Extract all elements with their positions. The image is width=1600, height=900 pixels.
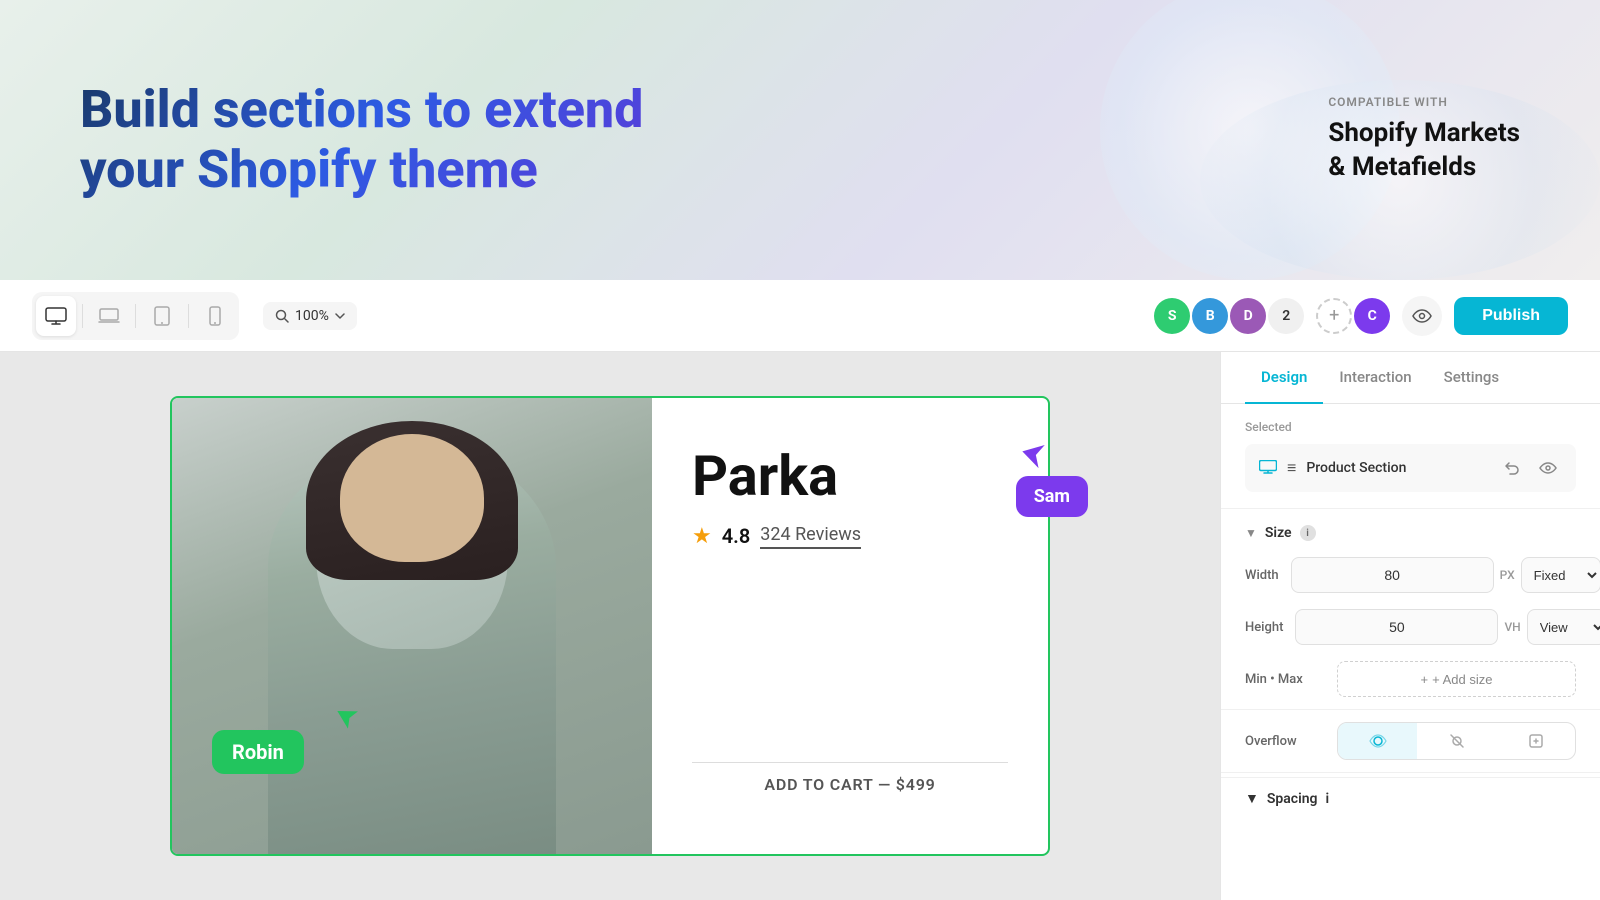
width-label: Width [1245,568,1279,583]
avatar-c[interactable]: C [1354,298,1390,334]
selected-name: Product Section [1306,460,1488,476]
spacing-label: Spacing [1267,791,1318,807]
cursor-sam-icon [1016,438,1048,470]
overflow-options [1337,722,1576,760]
visibility-icon[interactable] [1534,454,1562,482]
selected-actions [1498,454,1562,482]
separator1 [1221,709,1600,710]
spacing-chevron-icon: ▼ [1245,790,1259,807]
spacing-section: ▼ Spacing i [1221,777,1600,819]
overflow-label: Overflow [1245,734,1325,749]
width-input-group: PX Fixed Fit Fill [1291,557,1600,593]
right-panel: Design Interaction Settings Selected ≡ P… [1220,352,1600,900]
selected-section: Selected ≡ Product Section [1221,404,1600,509]
hero-title: Build sections to extend your Shopify th… [80,80,780,200]
height-input-group: VH View Fixed Fit [1295,609,1600,645]
product-card: Robin Parka ★ 4.8 324 Reviews [170,396,1050,856]
toolbar: 100% S B D 2 + C Publish [0,280,1600,352]
divider3 [188,304,189,328]
product-name: Parka [692,446,1008,508]
woman-figure [172,398,652,854]
panel-scroll[interactable]: ▼ Size i Width PX Fixed Fit Fill [1221,509,1600,900]
min-max-input-group: + + Add size [1337,661,1576,697]
overflow-row: Overflow [1221,714,1600,768]
avatar-count[interactable]: 2 [1268,298,1304,334]
product-image: Robin [172,398,652,854]
hero-compatible: COMPATIBLE WITH Shopify Markets & Metafi… [1328,95,1520,185]
device-mobile-button[interactable] [195,296,235,336]
size-chevron-icon: ▼ [1245,526,1257,540]
compatible-title: Shopify Markets & Metafields [1328,117,1520,185]
avatar-d[interactable]: D [1230,298,1266,334]
device-laptop-button[interactable] [89,296,129,336]
tab-interaction[interactable]: Interaction [1323,352,1427,404]
chevron-down-icon [335,313,345,319]
height-input[interactable] [1295,609,1498,645]
spacing-info-icon: i [1326,791,1330,807]
tab-settings[interactable]: Settings [1428,352,1516,404]
sam-label: Sam [1016,476,1088,517]
selected-item: ≡ Product Section [1245,444,1576,492]
zoom-control[interactable]: 100% [263,302,357,330]
avatar-b[interactable]: B [1192,298,1228,334]
hero-section: Build sections to extend your Shopify th… [0,0,1600,280]
device-desktop-button[interactable] [36,296,76,336]
divider2 [135,304,136,328]
width-input[interactable] [1291,557,1494,593]
undo-icon[interactable] [1498,454,1526,482]
size-label: Size [1265,525,1292,541]
reviews-count: 324 Reviews [760,524,861,549]
width-mode-select[interactable]: Fixed Fit Fill [1521,557,1600,593]
toolbar-right: S B D 2 + C Publish [1154,296,1568,336]
hero-text: Build sections to extend your Shopify th… [80,80,1328,200]
cursor-robin [332,702,360,734]
zoom-value: 100% [295,308,329,324]
height-row: Height VH View Fixed Fit [1221,601,1600,653]
add-size-button[interactable]: + + Add size [1337,661,1576,697]
rating-value: 4.8 [722,524,751,548]
selected-label: Selected [1245,420,1576,434]
min-max-label: Min • Max [1245,672,1325,687]
robin-label: Robin [212,730,304,774]
width-row: Width PX Fixed Fit Fill [1221,549,1600,601]
add-to-cart: ADD TO CART — $499 [692,762,1008,806]
min-max-row: Min • Max + + Add size [1221,653,1600,705]
panel-tabs: Design Interaction Settings [1221,352,1600,404]
avatar-s[interactable]: S [1154,298,1190,334]
tab-design[interactable]: Design [1245,352,1323,404]
device-buttons [32,292,239,340]
publish-button[interactable]: Publish [1454,297,1568,335]
size-info-icon: i [1300,525,1316,541]
overflow-clip-button[interactable] [1496,723,1575,759]
overflow-hidden-button[interactable] [1417,723,1496,759]
size-section-header[interactable]: ▼ Size i [1221,509,1600,549]
product-info: Parka ★ 4.8 324 Reviews ADD TO CART — $4… [652,398,1048,854]
avatar-add-button[interactable]: + [1316,298,1352,334]
height-unit: VH [1504,620,1520,634]
height-mode-select[interactable]: View Fixed Fit [1527,609,1600,645]
height-label: Height [1245,620,1283,635]
editor-container: 100% S B D 2 + C Publish [0,280,1600,900]
eye-icon [1412,309,1432,323]
preview-button[interactable] [1402,296,1442,336]
overflow-visible-button[interactable] [1338,723,1417,759]
device-tablet-button[interactable] [142,296,182,336]
compatible-label: COMPATIBLE WITH [1328,95,1520,109]
divider [82,304,83,328]
star-icon: ★ [692,524,712,549]
spacing-header[interactable]: ▼ Spacing i [1245,790,1576,807]
width-unit: PX [1500,568,1515,582]
add-icon: + [1421,672,1429,687]
search-icon [275,309,289,323]
desktop-small-icon [1259,459,1277,478]
canvas-area: Robin Parka ★ 4.8 324 Reviews [0,352,1220,900]
product-rating: ★ 4.8 324 Reviews [692,524,1008,549]
sam-cursor-area: Sam [1016,438,1088,517]
separator2 [1221,772,1600,773]
